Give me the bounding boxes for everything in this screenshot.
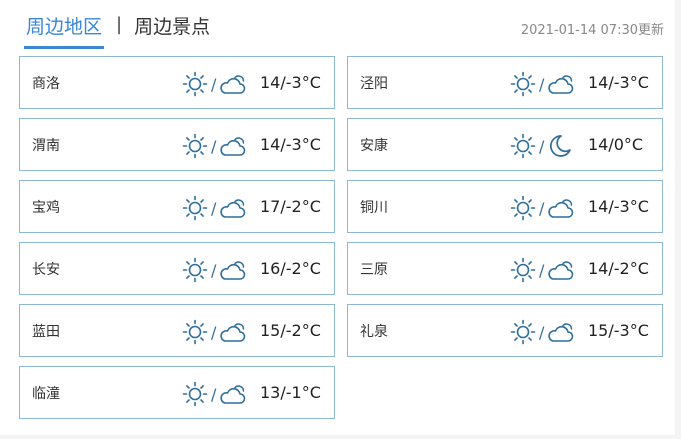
icon-separator: / [211,136,217,156]
city-name: 安康 [360,138,388,154]
cloudy-icon [219,134,247,158]
city-name: 长安 [32,262,60,278]
city-name: 礼泉 [360,324,388,340]
city-name: 泾阳 [360,76,388,92]
temperature: 14/-3°C [260,73,321,92]
temperature: 13/-1°C [260,383,321,402]
weather-panel: 周边地区 | 周边景点 2021-01-14 07:30更新 商洛 / 14/-3°… [0,0,675,435]
icon-separator: / [539,198,545,218]
tab-nearby-areas[interactable]: 周边地区 [24,12,105,49]
icon-separator: / [211,74,217,94]
weather-icons: / [510,256,575,284]
city-name: 蓝田 [32,324,60,340]
sunny-icon [182,133,208,159]
sunny-icon [510,319,536,345]
icon-separator: / [539,74,545,94]
tab-nearby-attractions[interactable]: 周边景点 [134,12,210,39]
city-card[interactable]: 长安 / 16/-2°C [19,242,335,295]
weather-icons: / [510,132,573,160]
sunny-icon [182,319,208,345]
weather-icons: / [182,194,247,222]
temperature: 14/-3°C [260,135,321,154]
weather-icons: / [182,318,247,346]
city-card[interactable]: 商洛 / 14/-3°C [19,56,335,109]
temperature: 14/0°C [588,135,644,154]
temperature: 15/-3°C [588,321,649,340]
sunny-icon [510,195,536,221]
cloudy-icon [219,258,247,282]
update-time: 2021-01-14 07:30更新 [520,23,664,38]
weather-icons: / [510,70,575,98]
cloudy-icon [547,258,575,282]
weather-icons: / [182,132,247,160]
icon-separator: / [211,322,217,342]
icon-separator: / [539,136,545,156]
city-card[interactable]: 泾阳 / 14/-3°C [347,56,663,109]
sunny-icon [510,133,536,159]
icon-separator: / [539,260,545,280]
city-name: 商洛 [32,76,60,92]
city-card[interactable]: 渭南 / 14/-3°C [19,118,335,171]
cloudy-icon [547,196,575,220]
city-card[interactable]: 安康 / 14/0°C [347,118,663,171]
city-name: 三原 [360,262,388,278]
cloudy-icon [219,72,247,96]
icon-separator: / [211,198,217,218]
weather-icons: / [182,256,247,284]
sunny-icon [182,381,208,407]
temperature: 16/-2°C [260,259,321,278]
city-name: 铜川 [360,200,388,216]
icon-separator: / [211,260,217,280]
tab-bar: 周边地区 | 周边景点 [24,12,210,49]
city-card[interactable]: 三原 / 14/-2°C [347,242,663,295]
sunny-icon [182,257,208,283]
weather-icons: / [182,70,247,98]
weather-icons: / [510,318,575,346]
weather-icons: / [510,194,575,222]
temperature: 14/-3°C [588,73,649,92]
cloudy-icon [547,320,575,344]
city-name: 宝鸡 [32,200,60,216]
icon-separator: / [211,384,217,404]
icon-separator: / [539,322,545,342]
sunny-icon [182,71,208,97]
city-card[interactable]: 临潼 / 13/-1°C [19,366,335,419]
tab-separator: | [116,14,123,35]
sunny-icon [510,257,536,283]
sunny-icon [510,71,536,97]
temperature: 14/-2°C [588,259,649,278]
temperature: 17/-2°C [260,197,321,216]
city-card[interactable]: 宝鸡 / 17/-2°C [19,180,335,233]
sunny-icon [182,195,208,221]
moon-icon [547,133,573,159]
cloudy-icon [547,72,575,96]
weather-icons: / [182,380,247,408]
city-card[interactable]: 礼泉 / 15/-3°C [347,304,663,357]
temperature: 14/-3°C [588,197,649,216]
city-card[interactable]: 蓝田 / 15/-2°C [19,304,335,357]
cloudy-icon [219,382,247,406]
temperature: 15/-2°C [260,321,321,340]
city-name: 渭南 [32,138,60,154]
city-card[interactable]: 铜川 / 14/-3°C [347,180,663,233]
city-name: 临潼 [32,386,60,402]
cloudy-icon [219,196,247,220]
cloudy-icon [219,320,247,344]
